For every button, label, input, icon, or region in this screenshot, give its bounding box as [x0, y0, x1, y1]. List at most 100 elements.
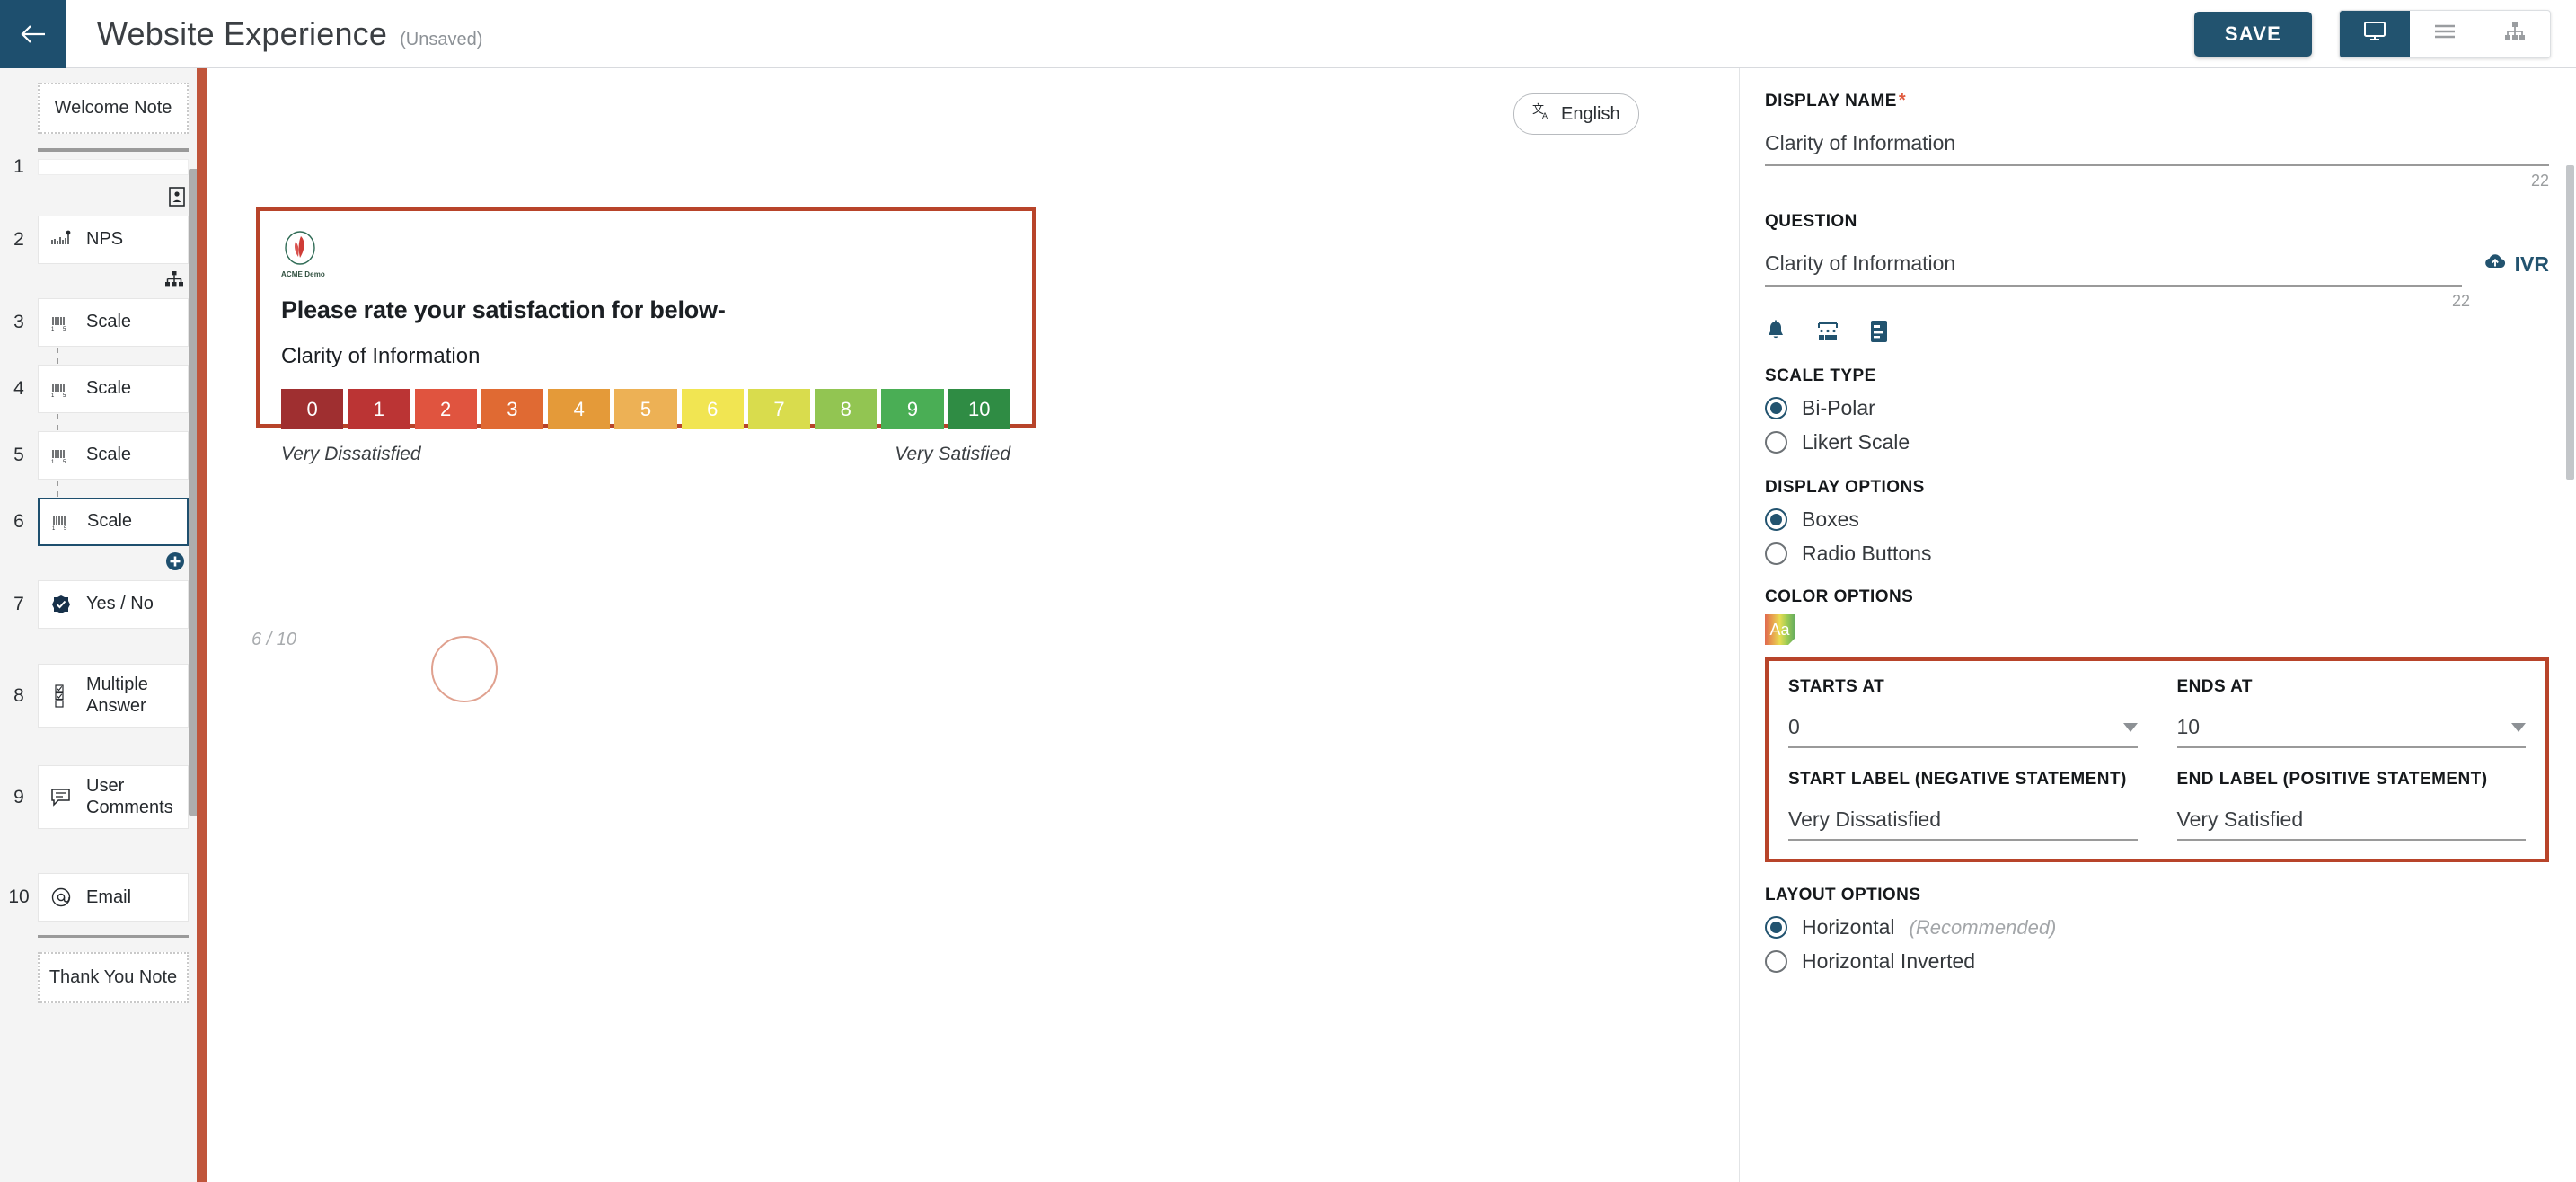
radio-horizontal-inverted[interactable]: Horizontal Inverted	[1765, 949, 2549, 974]
radio-likert-scale[interactable]: Likert Scale	[1765, 430, 2549, 454]
sidebar-item-label: Yes / No	[86, 594, 154, 614]
view-desktop-button[interactable]	[2340, 10, 2410, 57]
radio-indicator	[1765, 950, 1787, 973]
scale-boxes[interactable]: 0 1 2 3 4 5 6 7 8 9 10	[281, 389, 1010, 429]
sidebar-item-number: 2	[13, 229, 24, 250]
nps-icon	[48, 230, 75, 250]
end-label-label: END LABEL (POSITIVE STATEMENT)	[2176, 770, 2488, 789]
sidebar-item-yes-no[interactable]: Yes / No	[38, 580, 189, 629]
scale-box-3[interactable]: 3	[481, 389, 544, 429]
color-swatch-button[interactable]: Aa	[1765, 614, 1795, 645]
sitemap-icon	[163, 270, 185, 293]
starts-at-label: STARTS AT	[1788, 677, 1885, 696]
radio-boxes[interactable]: Boxes	[1765, 507, 2549, 532]
sidebar-item-scale-3[interactable]: 1 5 Scale	[38, 298, 189, 347]
question-list-sidebar[interactable]: Welcome Note 1 2 NPS 3 1 5 Scale 4 1 5 S…	[0, 68, 203, 1182]
question-tools	[1765, 320, 2549, 343]
radio-label: Horizontal Inverted	[1802, 949, 1976, 973]
sidebar-item-scale-4[interactable]: 1 5 Scale	[38, 365, 189, 413]
range-value-row: STARTS AT 0 ENDS AT 10	[1788, 677, 2526, 748]
sidebar-tool-contact[interactable]	[0, 182, 203, 215]
sidebar-item-multiple-answer[interactable]: Multiple Answer	[38, 664, 189, 728]
sidebar-welcome-note[interactable]: Welcome Note	[38, 83, 189, 134]
sidebar-item-nps[interactable]: NPS	[38, 216, 189, 264]
list-item[interactable]: 9 User Comments	[0, 765, 203, 830]
sidebar-tool-branch[interactable]	[0, 265, 203, 297]
sidebar-item-email[interactable]: Email	[38, 873, 189, 922]
scale-box-7[interactable]: 7	[747, 389, 811, 429]
translate-icon: 文 A	[1532, 102, 1552, 126]
sidebar-item-label: NPS	[86, 229, 124, 250]
svg-text:5: 5	[63, 327, 66, 331]
radio-radio-buttons[interactable]: Radio Buttons	[1765, 542, 2549, 566]
end-anchor-label: Very Satisfied	[895, 444, 1010, 464]
list-item[interactable]: 5 1 5 Scale	[0, 430, 203, 481]
sidebar-item-number: 1	[13, 156, 24, 177]
end-label-input[interactable]: Very Satisfied	[2177, 807, 2527, 832]
save-button[interactable]: SAVE	[2193, 11, 2312, 57]
at-icon	[48, 886, 75, 908]
sidebar-add-question-button[interactable]	[0, 547, 203, 579]
question-input[interactable]: Clarity of Information	[1765, 251, 2462, 276]
starts-at-select[interactable]: 0	[1788, 715, 2138, 748]
sidebar-thank-you-note[interactable]: Thank You Note	[38, 952, 189, 1004]
scale-box-9[interactable]: 9	[881, 389, 944, 429]
list-item[interactable]: 8 Multiple Answer	[0, 664, 203, 728]
starts-at-group: STARTS AT 0	[1788, 677, 2138, 748]
top-bar: Website Experience (Unsaved) SAVE	[0, 0, 2576, 68]
list-item[interactable]: 1	[0, 152, 203, 182]
scale-box-8[interactable]: 8	[815, 389, 878, 429]
unsaved-status: (Unsaved)	[400, 29, 483, 49]
checkbox-list-icon	[48, 684, 75, 708]
acme-logo-mark	[285, 231, 315, 265]
recommended-note: (Recommended)	[1909, 915, 2057, 939]
view-tree-button[interactable]	[2480, 11, 2550, 57]
form-icon[interactable]	[1869, 320, 1889, 343]
ivr-upload-button[interactable]: IVR	[2483, 251, 2549, 277]
keypad-icon[interactable]	[1816, 321, 1839, 342]
sidebar-item-label: Scale	[86, 378, 132, 399]
sidebar-resize-handle[interactable]	[197, 68, 207, 1182]
svg-text:A: A	[1542, 111, 1548, 120]
question-counter: 22	[2451, 292, 2470, 310]
view-list-button[interactable]	[2410, 11, 2480, 57]
list-item[interactable]: 10 Email	[0, 872, 203, 922]
list-item[interactable]: 7 Yes / No	[0, 579, 203, 630]
sidebar-connector	[0, 348, 203, 364]
sidebar-item-scale-5[interactable]: 1 5 Scale	[38, 431, 189, 480]
list-item[interactable]: 4 1 5 Scale	[0, 364, 203, 414]
radio-horizontal[interactable]: Horizontal (Recommended)	[1765, 915, 2549, 939]
scale-icon: 1 5	[48, 380, 75, 398]
scale-box-5[interactable]: 5	[614, 389, 677, 429]
start-label-input[interactable]: Very Dissatisfied	[1788, 807, 2138, 832]
scale-box-10[interactable]: 10	[948, 389, 1010, 429]
scale-box-0[interactable]: 0	[281, 389, 344, 429]
back-button[interactable]	[0, 0, 66, 68]
list-item[interactable]: 3 1 5 Scale	[0, 297, 203, 348]
sidebar-item-label: User Comments	[86, 776, 173, 817]
radio-indicator	[1765, 431, 1787, 454]
next-button-outline[interactable]	[431, 636, 498, 702]
ends-at-select[interactable]: 10	[2176, 715, 2526, 748]
top-bar-actions: SAVE	[2193, 9, 2576, 58]
scale-box-1[interactable]: 1	[348, 389, 410, 429]
sidebar-item-scale-6[interactable]: 1 5 Scale	[38, 498, 189, 546]
radio-label: Boxes	[1802, 507, 1859, 531]
scale-box-6[interactable]: 6	[681, 389, 744, 429]
scale-box-2[interactable]: 2	[414, 389, 477, 429]
svg-text:5: 5	[63, 393, 66, 398]
question-label: QUESTION	[1765, 212, 2549, 232]
scale-box-4[interactable]: 4	[548, 389, 611, 429]
display-name-input[interactable]: Clarity of Information	[1765, 131, 2549, 155]
ends-at-value: 10	[2176, 715, 2201, 738]
scale-icon: 1 5	[48, 313, 75, 331]
sidebar-item-user-comments[interactable]: User Comments	[38, 765, 189, 830]
language-selector[interactable]: 文 A English	[1513, 93, 1639, 135]
display-options-label: DISPLAY OPTIONS	[1765, 478, 1925, 497]
sidebar-item-card-1[interactable]	[38, 159, 189, 175]
radio-bi-polar[interactable]: Bi-Polar	[1765, 396, 2549, 420]
settings-panel-scrollbar[interactable]	[2566, 165, 2574, 480]
list-item[interactable]: 6 1 5 Scale	[0, 497, 203, 547]
bell-icon[interactable]	[1765, 320, 1786, 343]
list-item[interactable]: 2 NPS	[0, 215, 203, 265]
